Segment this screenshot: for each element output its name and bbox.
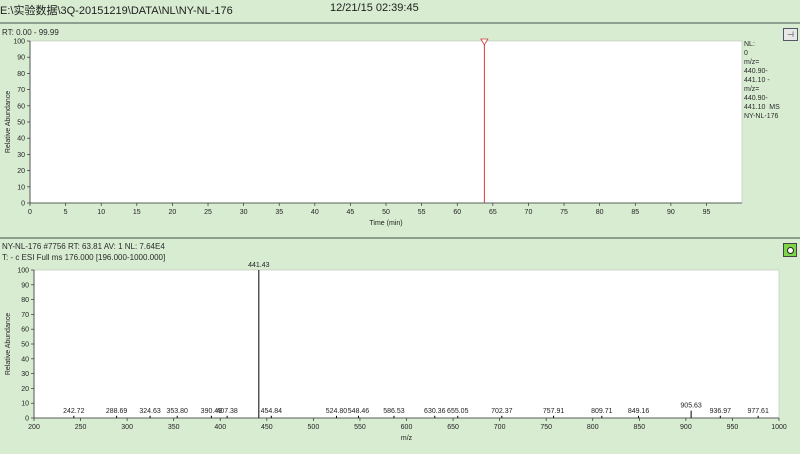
y-tick-label: 50 (17, 120, 25, 127)
y-tick-label: 20 (17, 168, 25, 175)
x-tick-label: 30 (240, 209, 248, 216)
peak-label: 454.84 (261, 408, 283, 415)
peak-label: 524.80 (326, 408, 348, 415)
x-tick-label: 5 (64, 209, 68, 216)
x-axis-label: Time (min) (369, 220, 402, 227)
x-tick-label: 500 (308, 424, 320, 431)
y-tick-label: 90 (21, 282, 29, 289)
y-tick-label: 50 (21, 342, 29, 349)
peak-label: 977.61 (747, 408, 769, 415)
y-tick-label: 40 (21, 356, 29, 363)
y-tick-label: 70 (21, 312, 29, 319)
x-tick-label: 0 (28, 209, 32, 216)
y-tick-label: 0 (25, 416, 29, 423)
x-tick-label: 300 (121, 424, 133, 431)
x-tick-label: 800 (587, 424, 599, 431)
peak-label: 441.43 (248, 262, 270, 269)
x-tick-label: 600 (401, 424, 413, 431)
y-tick-label: 10 (17, 184, 25, 191)
mass-spectrum-chart: 0 10 20 30 40 50 60 70 80 90 100 200 250 300 350 400 450… (5, 262, 787, 442)
peak-label: 324.63 (139, 408, 161, 415)
peak-label: 242.72 (63, 408, 85, 415)
y-tick-label: 80 (21, 297, 29, 304)
y-tick-label: 80 (17, 71, 25, 78)
file-path: E:\实验数据\3Q-20151219\DATA\NL\NY-NL-176 (0, 5, 233, 17)
peak-label: 630.36 (424, 408, 446, 415)
peak-label: 757.91 (543, 408, 565, 415)
timestamp: 12/21/15 02:39:45 (330, 2, 419, 14)
x-tick-label: 900 (680, 424, 692, 431)
pane-divider[interactable] (0, 237, 800, 239)
peak-label: 702.37 (491, 408, 513, 415)
peak-label: 407.38 (216, 408, 238, 415)
y-tick-label: 40 (17, 136, 25, 143)
peak-label: 655.05 (447, 408, 469, 415)
x-tick-label: 15 (133, 209, 141, 216)
x-tick-label: 45 (347, 209, 355, 216)
y-tick-label: 30 (17, 152, 25, 159)
x-tick-label: 50 (382, 209, 390, 216)
x-tick-label: 40 (311, 209, 319, 216)
x-tick-label: 200 (28, 424, 40, 431)
plot-area (29, 40, 743, 204)
window-header: E:\实验数据\3Q-20151219\DATA\NL\NY-NL-176 12… (0, 0, 800, 22)
x-tick-label: 85 (631, 209, 639, 216)
chromatogram-pane[interactable]: RT: 0.00 - 99.99 ⊣ NL: 0 m/z= 440.90- 441.10… (0, 24, 800, 236)
y-tick-label: 10 (21, 401, 29, 408)
x-tick-label: 400 (214, 424, 226, 431)
plot-area (33, 269, 780, 419)
x-tick-label: 950 (727, 424, 739, 431)
x-tick-label: 65 (489, 209, 497, 216)
peak-label: 849.16 (628, 408, 650, 415)
x-tick-label: 850 (633, 424, 645, 431)
peak-label: 353.80 (167, 408, 189, 415)
x-tick-label: 750 (540, 424, 552, 431)
spectrum-pane[interactable]: NY-NL-176 #7756 RT: 63.81 AV: 1 NL: 7.64… (0, 240, 800, 454)
x-tick-label: 350 (168, 424, 180, 431)
peak-label: 809.71 (591, 408, 613, 415)
y-tick-label: 60 (17, 103, 25, 110)
x-tick-label: 450 (261, 424, 273, 431)
x-tick-label: 75 (560, 209, 568, 216)
y-tick-label: 90 (17, 55, 25, 62)
x-tick-label: 700 (494, 424, 506, 431)
x-tick-label: 35 (275, 209, 283, 216)
x-axis-label: m/z (401, 435, 413, 442)
peak-label: 586.53 (383, 408, 405, 415)
peak-label: 936.97 (710, 408, 732, 415)
y-tick-label: 20 (21, 386, 29, 393)
x-tick-label: 250 (75, 424, 87, 431)
peak-label: 288.69 (106, 408, 128, 415)
x-tick-label: 90 (667, 209, 675, 216)
x-tick-label: 20 (169, 209, 177, 216)
y-axis-label: Relative Abundance (5, 313, 12, 375)
y-tick-label: 0 (21, 201, 25, 208)
y-tick-label: 70 (17, 87, 25, 94)
x-tick-label: 60 (453, 209, 461, 216)
x-tick-label: 70 (525, 209, 533, 216)
chromatogram-chart: 0 10 20 30 40 50 60 70 80 90 100 0 5 10 15 20 25 30 35 40 45… (5, 39, 743, 227)
x-tick-label: 80 (596, 209, 604, 216)
y-tick-label: 100 (13, 39, 25, 46)
y-axis-label: Relative Abundance (5, 91, 12, 153)
x-tick-label: 650 (447, 424, 459, 431)
x-tick-label: 55 (418, 209, 426, 216)
x-tick-label: 95 (703, 209, 711, 216)
peak-label: 548.46 (348, 408, 370, 415)
y-tick-label: 100 (17, 268, 29, 275)
y-tick-label: 60 (21, 327, 29, 334)
x-tick-label: 25 (204, 209, 212, 216)
peak-label: 905.63 (680, 403, 702, 410)
x-tick-label: 10 (97, 209, 105, 216)
x-tick-label: 550 (354, 424, 366, 431)
y-tick-label: 30 (21, 371, 29, 378)
x-tick-label: 1000 (771, 424, 787, 431)
